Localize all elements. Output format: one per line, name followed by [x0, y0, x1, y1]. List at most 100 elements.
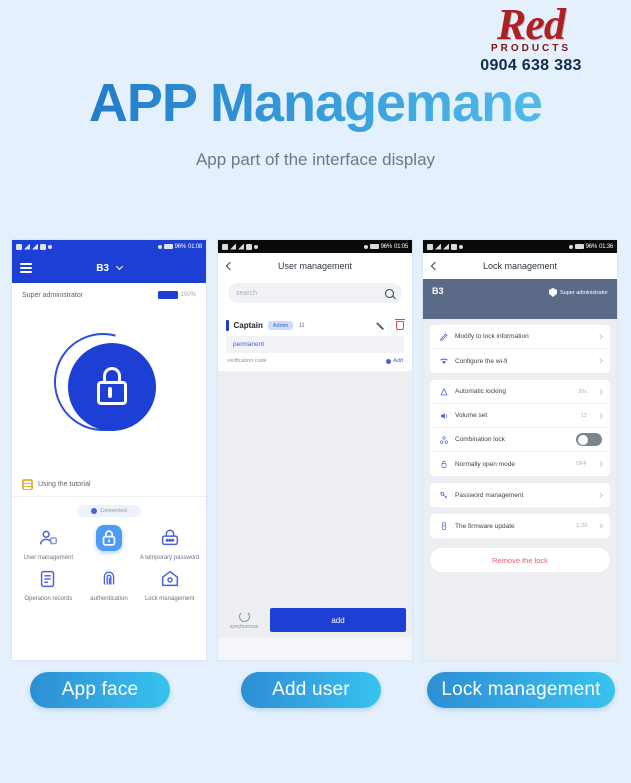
search-input[interactable]: search [228, 283, 402, 303]
phone3-title: Lock management [482, 261, 558, 271]
connection-status-label: Connected [100, 508, 127, 514]
page-subtitle: App part of the interface display [195, 150, 436, 169]
caption-app-face[interactable]: App face [30, 672, 170, 708]
user-row: Captain Admin 11 [218, 313, 412, 336]
synchronous-button[interactable]: synchronous [224, 610, 264, 630]
grid-item-temporary-password[interactable]: A temporary password [139, 525, 200, 562]
battery-bar-icon [157, 291, 178, 299]
grid-item-operation-records[interactable]: Operation records [18, 566, 79, 603]
chevron-right-icon [597, 388, 603, 395]
add-code-label: Add [393, 358, 403, 364]
status-bar-time: 01:36 [598, 243, 613, 250]
user-subrow[interactable]: permanent [226, 336, 404, 353]
user-list-item[interactable]: Captain Admin 11 permanent verification [218, 313, 412, 371]
feature-grid: User management A temporary password Ope… [12, 517, 206, 603]
wifi-icon [40, 243, 46, 250]
add-code-button[interactable]: Add [386, 358, 403, 364]
setting-label: Automatic locking [455, 388, 506, 395]
chevron-right-icon [597, 412, 603, 419]
remove-lock-label: Remove the lock [492, 555, 548, 565]
grid-item-lock[interactable] [79, 525, 140, 562]
grid-label-lock-management: Lock management [144, 596, 195, 603]
grid-label-temporary-password: A temporary password [139, 555, 200, 561]
setting-value: 1.33 [576, 523, 587, 529]
temporary-password-icon [157, 525, 183, 551]
notification-dot-icon [48, 244, 52, 249]
lock-banner: B3 Super administrator [423, 279, 617, 319]
combination-lock-toggle[interactable] [576, 433, 602, 446]
sim-icon [427, 243, 433, 250]
caption-add-user[interactable]: Add user [241, 672, 381, 708]
brand-subtitle: PRODUCTS [490, 42, 572, 54]
status-bar-left-icons [427, 243, 463, 250]
main-lock-button[interactable] [36, 315, 170, 449]
search-icon[interactable] [385, 288, 394, 298]
signal-icon [230, 243, 236, 250]
lock-circle[interactable] [68, 343, 156, 431]
setting-row-firmware-update[interactable]: The firmware update 1.33 [430, 514, 610, 538]
setting-label: Combination lock [455, 436, 505, 443]
phone1-title: B3 [96, 262, 109, 274]
page-title: APP Managemane [0, 72, 631, 134]
admin-badge-label: Super administrator [560, 289, 608, 296]
book-icon [22, 479, 33, 490]
setting-row-configure-wifi[interactable]: Configure the wi-fi [430, 349, 610, 373]
lock-icon [95, 367, 129, 407]
setting-row-combination-lock[interactable]: Combination lock [430, 428, 610, 452]
back-arrow-icon[interactable] [225, 261, 235, 271]
phone-screen-app-face: 96% 01:08 B3 Super administrator 100% Us… [12, 240, 206, 660]
notification-dot-icon [459, 244, 463, 249]
setting-row-normally-open-mode[interactable]: Normally open mode OFF [430, 452, 610, 476]
user-role-badge: Admin [267, 321, 294, 330]
phone-mockups: 96% 01:08 B3 Super administrator 100% Us… [0, 240, 631, 660]
remove-lock-button[interactable]: Remove the lock [430, 548, 610, 572]
grid-item-user-management[interactable]: User management [18, 525, 79, 562]
setting-row-volume-set[interactable]: Volume set 12 [430, 404, 610, 428]
alarm-icon [568, 244, 573, 249]
device-battery: 100% [157, 291, 196, 299]
trash-icon[interactable] [395, 319, 405, 330]
wifi-icon [246, 243, 252, 250]
grid-item-authentication[interactable]: authentication [79, 566, 140, 603]
caption-row: App face Add user Lock management [0, 672, 631, 716]
setting-label: The firmware update [455, 522, 515, 530]
user-count: 11 [298, 322, 305, 329]
setting-label: Configure the wi-fi [455, 357, 508, 365]
pen-icon [438, 332, 449, 342]
settings-group-2: Automatic locking 20s Volume set 12 Comb… [430, 380, 610, 476]
setting-row-password-management[interactable]: Password management [430, 483, 610, 507]
caption-lock-management[interactable]: Lock management [427, 672, 615, 708]
user-management-icon [35, 525, 61, 551]
search-placeholder: search [236, 289, 258, 297]
combination-lock-icon [438, 435, 449, 445]
phone2-header: User management [218, 253, 412, 279]
refresh-icon [238, 610, 250, 622]
operation-records-icon [35, 566, 61, 592]
chevron-right-icon [597, 492, 603, 498]
hamburger-icon[interactable] [20, 263, 32, 275]
chevron-down-icon[interactable] [115, 263, 123, 271]
status-bar-left-icons [16, 243, 52, 250]
user-sub-label: permanent [233, 341, 265, 348]
battery-icon [163, 244, 173, 249]
admin-badge: Super administrator [549, 288, 608, 297]
status-bar-right: 96% 01:36 [568, 243, 613, 250]
lock-management-icon [157, 566, 183, 592]
setting-row-automatic-locking[interactable]: Automatic locking 20s [430, 380, 610, 404]
setting-label: Volume set [455, 412, 488, 419]
chevron-right-icon [597, 358, 603, 364]
add-user-button[interactable]: add [270, 608, 406, 632]
grid-label-authentication: authentication [90, 596, 128, 603]
edit-pen-icon[interactable] [376, 321, 386, 331]
volume-icon [438, 411, 449, 421]
setting-row-modify-lock-information[interactable]: Modify to lock information [430, 325, 610, 349]
poster-root: Red PRODUCTS 0904 638 383 APP Managemane… [0, 0, 631, 783]
battery-percent: 100% [180, 292, 196, 298]
status-bar-battery: 96% [174, 243, 187, 250]
tutorial-label: Using the tutorial [38, 481, 91, 488]
tutorial-row[interactable]: Using the tutorial [12, 473, 206, 497]
synchronous-label: synchronous [229, 623, 259, 630]
grid-item-lock-management[interactable]: Lock management [139, 566, 200, 603]
status-bar-battery: 96% [380, 243, 393, 250]
back-arrow-icon[interactable] [430, 261, 440, 271]
